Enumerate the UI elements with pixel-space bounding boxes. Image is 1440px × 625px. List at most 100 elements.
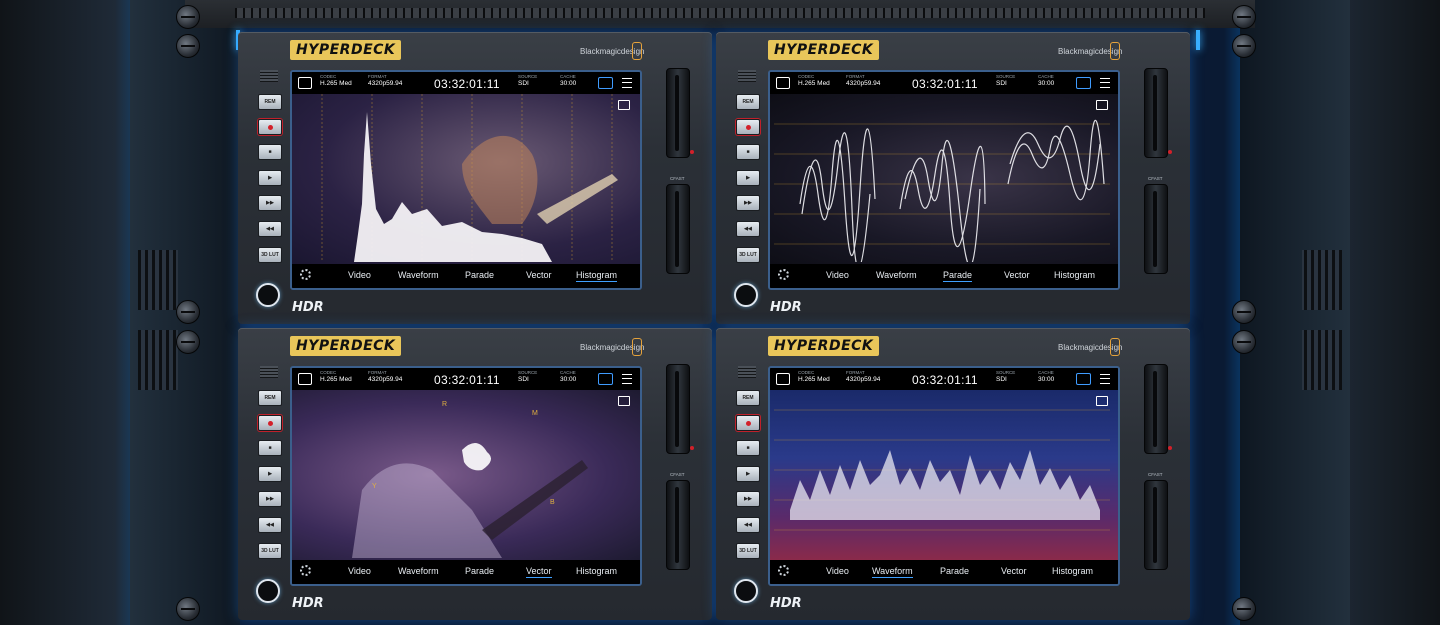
settings-sliders-icon[interactable] (1100, 78, 1110, 88)
frame-guide-icon[interactable] (1096, 396, 1108, 406)
cfast-slot-1[interactable] (1144, 68, 1168, 158)
scope-icon[interactable] (1076, 77, 1091, 89)
camera-icon[interactable] (298, 373, 312, 385)
jog-knob[interactable] (256, 579, 280, 603)
frame-guide-icon[interactable] (618, 100, 630, 110)
reverse-button[interactable]: ◀◀ (258, 517, 282, 533)
tab-histogram[interactable]: Histogram (1054, 270, 1095, 280)
cfast-slot-1[interactable] (666, 364, 690, 454)
tab-parade[interactable]: Parade (465, 270, 494, 280)
camera-icon[interactable] (776, 77, 790, 89)
scope-icon[interactable] (598, 373, 613, 385)
play-button[interactable]: ▶ (258, 466, 282, 482)
reverse-button[interactable]: ◀◀ (258, 221, 282, 237)
vector-target-y: Y (372, 483, 377, 490)
tab-parade[interactable]: Parade (465, 566, 494, 576)
cfast-slot-2[interactable] (1144, 480, 1168, 570)
waveform-overlay (774, 409, 1110, 531)
tab-waveform[interactable]: Waveform (398, 270, 439, 280)
settings-sliders-icon[interactable] (622, 374, 632, 384)
gear-icon[interactable] (300, 565, 311, 576)
scope-tab-bar: Video Waveform Parade Vector Histogram (292, 264, 640, 288)
jog-knob[interactable] (734, 579, 758, 603)
tab-vector[interactable]: Vector (526, 270, 552, 280)
blackmagic-logo-icon (1110, 42, 1120, 60)
frame-guide-icon[interactable] (1096, 100, 1108, 110)
timecode: 03:32:01:11 (434, 77, 500, 91)
record-button[interactable] (258, 415, 282, 431)
tab-vector[interactable]: Vector (526, 566, 552, 578)
settings-sliders-icon[interactable] (622, 78, 632, 88)
camera-icon[interactable] (776, 373, 790, 385)
play-button[interactable]: ▶ (736, 170, 760, 186)
reverse-button[interactable]: ◀◀ (736, 221, 760, 237)
gear-icon[interactable] (778, 565, 789, 576)
lut-button[interactable]: 3D LUT (736, 543, 760, 559)
rem-button[interactable]: REM (736, 390, 760, 406)
tab-waveform[interactable]: Waveform (876, 270, 917, 280)
cache-readout: CACHE 30:00 (560, 74, 577, 87)
rack-rail-right (1240, 0, 1350, 625)
tab-histogram[interactable]: Histogram (1052, 566, 1093, 576)
tab-parade[interactable]: Parade (940, 566, 969, 576)
tab-vector[interactable]: Vector (1001, 566, 1027, 576)
forward-button[interactable]: ▶▶ (736, 195, 760, 211)
tab-video[interactable]: Video (348, 566, 371, 576)
scope-icon[interactable] (1076, 373, 1091, 385)
forward-button[interactable]: ▶▶ (258, 195, 282, 211)
format-readout: FORMAT 4320p59.94 (846, 370, 881, 383)
cfast-slot-2[interactable] (666, 480, 690, 570)
scope-icon[interactable] (598, 77, 613, 89)
jog-knob[interactable] (734, 283, 758, 307)
format-readout: FORMAT 4320p59.94 (368, 74, 403, 87)
histogram-overlay (321, 94, 618, 262)
stop-button[interactable]: ■ (736, 144, 760, 160)
tab-waveform[interactable]: Waveform (872, 566, 913, 578)
lut-button[interactable]: 3D LUT (258, 543, 282, 559)
record-button[interactable] (258, 119, 282, 135)
gear-icon[interactable] (300, 269, 311, 280)
frame-guide-icon[interactable] (618, 396, 630, 406)
play-button[interactable]: ▶ (258, 170, 282, 186)
forward-button[interactable]: ▶▶ (736, 491, 760, 507)
tab-vector[interactable]: Vector (1004, 270, 1030, 280)
tab-histogram[interactable]: Histogram (576, 566, 617, 576)
lut-button[interactable]: 3D LUT (258, 247, 282, 263)
rem-button[interactable]: REM (258, 390, 282, 406)
rack-scene: HYPERDECK Blackmagicdesign REM ■ ▶ ▶▶ ◀◀… (0, 0, 1440, 625)
cfast-slot-1[interactable] (1144, 364, 1168, 454)
tab-waveform[interactable]: Waveform (398, 566, 439, 576)
format-readout: FORMAT 4320p59.94 (846, 74, 881, 87)
vent (1302, 330, 1342, 390)
settings-sliders-icon[interactable] (1100, 374, 1110, 384)
parade-overlay (774, 119, 1110, 269)
cfast-slot-2[interactable] (666, 184, 690, 274)
vent (138, 330, 178, 390)
jog-knob[interactable] (256, 283, 280, 307)
tab-video[interactable]: Video (826, 566, 849, 576)
lut-button[interactable]: 3D LUT (736, 247, 760, 263)
tab-parade[interactable]: Parade (943, 270, 973, 282)
tab-video[interactable]: Video (826, 270, 849, 280)
cfast-slot-2[interactable] (1144, 184, 1168, 274)
rem-button[interactable]: REM (736, 94, 760, 110)
gear-icon[interactable] (778, 269, 789, 280)
lcd-screen: CODEC H.265 Med FORMAT 4320p59.94 03:32:01… (768, 70, 1120, 290)
play-button[interactable]: ▶ (736, 466, 760, 482)
vent (138, 250, 178, 310)
hyperdeck-unit-top-left: HYPERDECK Blackmagicdesign REM ■ ▶ ▶▶ ◀◀… (238, 32, 712, 324)
screw-icon (176, 5, 200, 29)
record-button[interactable] (736, 119, 760, 135)
camera-icon[interactable] (298, 77, 312, 89)
cfast-slot-1[interactable] (666, 68, 690, 158)
stop-button[interactable]: ■ (258, 440, 282, 456)
tab-histogram[interactable]: Histogram (576, 270, 618, 282)
stop-button[interactable]: ■ (258, 144, 282, 160)
record-button[interactable] (736, 415, 760, 431)
stop-button[interactable]: ■ (736, 440, 760, 456)
rem-button[interactable]: REM (258, 94, 282, 110)
blackmagic-logo-icon (1110, 338, 1120, 356)
reverse-button[interactable]: ◀◀ (736, 517, 760, 533)
tab-video[interactable]: Video (348, 270, 371, 280)
forward-button[interactable]: ▶▶ (258, 491, 282, 507)
